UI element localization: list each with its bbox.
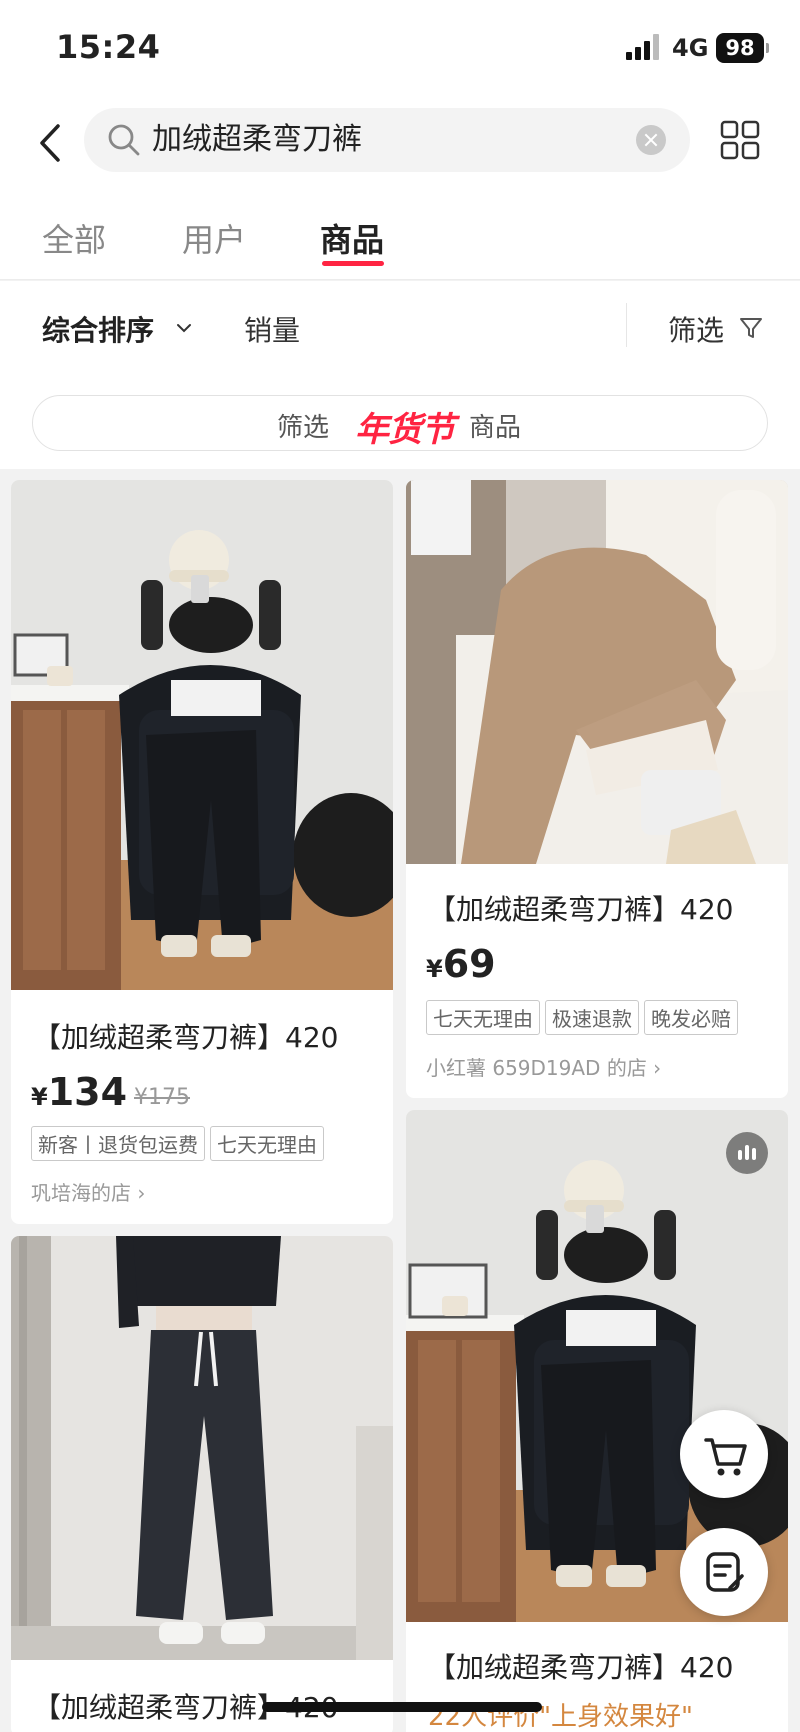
product-card[interactable]: 【加绒超柔弯刀裤】420 ¥69 七天无理由 极速退款 晚发必赔 小红薯 659…	[406, 480, 788, 1098]
tag: 新客丨退货包运费	[31, 1126, 205, 1161]
status-bar: 15:24 4G 98	[0, 0, 800, 100]
filter-button[interactable]: 筛选	[668, 309, 724, 349]
tab-products[interactable]: 商品	[320, 215, 384, 261]
product-image[interactable]	[11, 480, 393, 990]
product-tags: 七天无理由 极速退款 晚发必赔	[426, 1000, 738, 1035]
signal-icon	[626, 34, 662, 60]
cart-icon	[704, 1438, 747, 1476]
search-header: 加绒超柔弯刀裤	[0, 100, 800, 195]
product-card[interactable]: 【加绒超柔弯刀裤】420	[11, 1236, 393, 1732]
search-input[interactable]: 加绒超柔弯刀裤	[84, 108, 690, 172]
festival-logo: 年货节	[355, 410, 455, 450]
sort-comprehensive[interactable]: 综合排序	[42, 309, 154, 349]
home-indicator[interactable]	[262, 1702, 542, 1712]
product-image[interactable]	[406, 480, 788, 864]
product-price: ¥134	[31, 1070, 128, 1114]
active-tab-indicator	[322, 261, 384, 266]
product-price: ¥69	[426, 942, 496, 986]
sort-bar: 综合排序 销量 筛选	[0, 281, 800, 371]
product-card[interactable]: 【加绒超柔弯刀裤】420 ¥134 ¥175 新客丨退货包运费 七天无理由 巩培…	[11, 480, 393, 1224]
cart-button[interactable]	[680, 1410, 768, 1498]
festival-filter-banner[interactable]: 筛选 年货节 商品	[32, 395, 768, 451]
chevron-down-icon[interactable]	[176, 319, 192, 333]
tag: 晚发必赔	[644, 1000, 738, 1035]
product-title[interactable]: 【加绒超柔弯刀裤】420	[428, 888, 733, 928]
edit-note-icon	[706, 1552, 744, 1592]
product-image[interactable]	[11, 1236, 393, 1660]
sort-sales[interactable]: 销量	[244, 309, 300, 349]
product-title[interactable]: 【加绒超柔弯刀裤】420	[33, 1016, 338, 1056]
shop-link[interactable]: 小红薯 659D19AD 的店 ›	[426, 1052, 661, 1081]
tag: 七天无理由	[210, 1126, 324, 1161]
network-type: 4G	[672, 34, 709, 62]
clear-icon[interactable]	[636, 125, 666, 155]
banner-row: 筛选 年货节 商品	[0, 371, 800, 469]
product-title[interactable]: 【加绒超柔弯刀裤】420	[428, 1646, 733, 1686]
banner-suffix: 商品	[469, 413, 522, 443]
tag: 七天无理由	[426, 1000, 540, 1035]
filter-icon[interactable]	[738, 315, 764, 341]
notes-button[interactable]	[680, 1528, 768, 1616]
tab-users[interactable]: 用户	[182, 215, 246, 261]
search-tabs: 全部 用户 商品	[0, 195, 800, 280]
product-tags: 新客丨退货包运费 七天无理由	[31, 1126, 324, 1161]
search-query: 加绒超柔弯刀裤	[152, 122, 362, 157]
grid-view-icon[interactable]	[720, 120, 760, 160]
original-price: ¥175	[134, 1085, 190, 1110]
search-icon	[106, 122, 142, 158]
status-time: 15:24	[56, 28, 161, 66]
back-icon[interactable]	[34, 118, 74, 168]
battery-icon: 98	[716, 33, 769, 63]
tab-all[interactable]: 全部	[42, 215, 106, 261]
tag: 极速退款	[545, 1000, 639, 1035]
shop-link[interactable]: 巩培海的店 ›	[31, 1177, 145, 1206]
stats-icon	[726, 1132, 768, 1174]
banner-prefix: 筛选	[277, 413, 330, 443]
divider	[626, 303, 627, 347]
